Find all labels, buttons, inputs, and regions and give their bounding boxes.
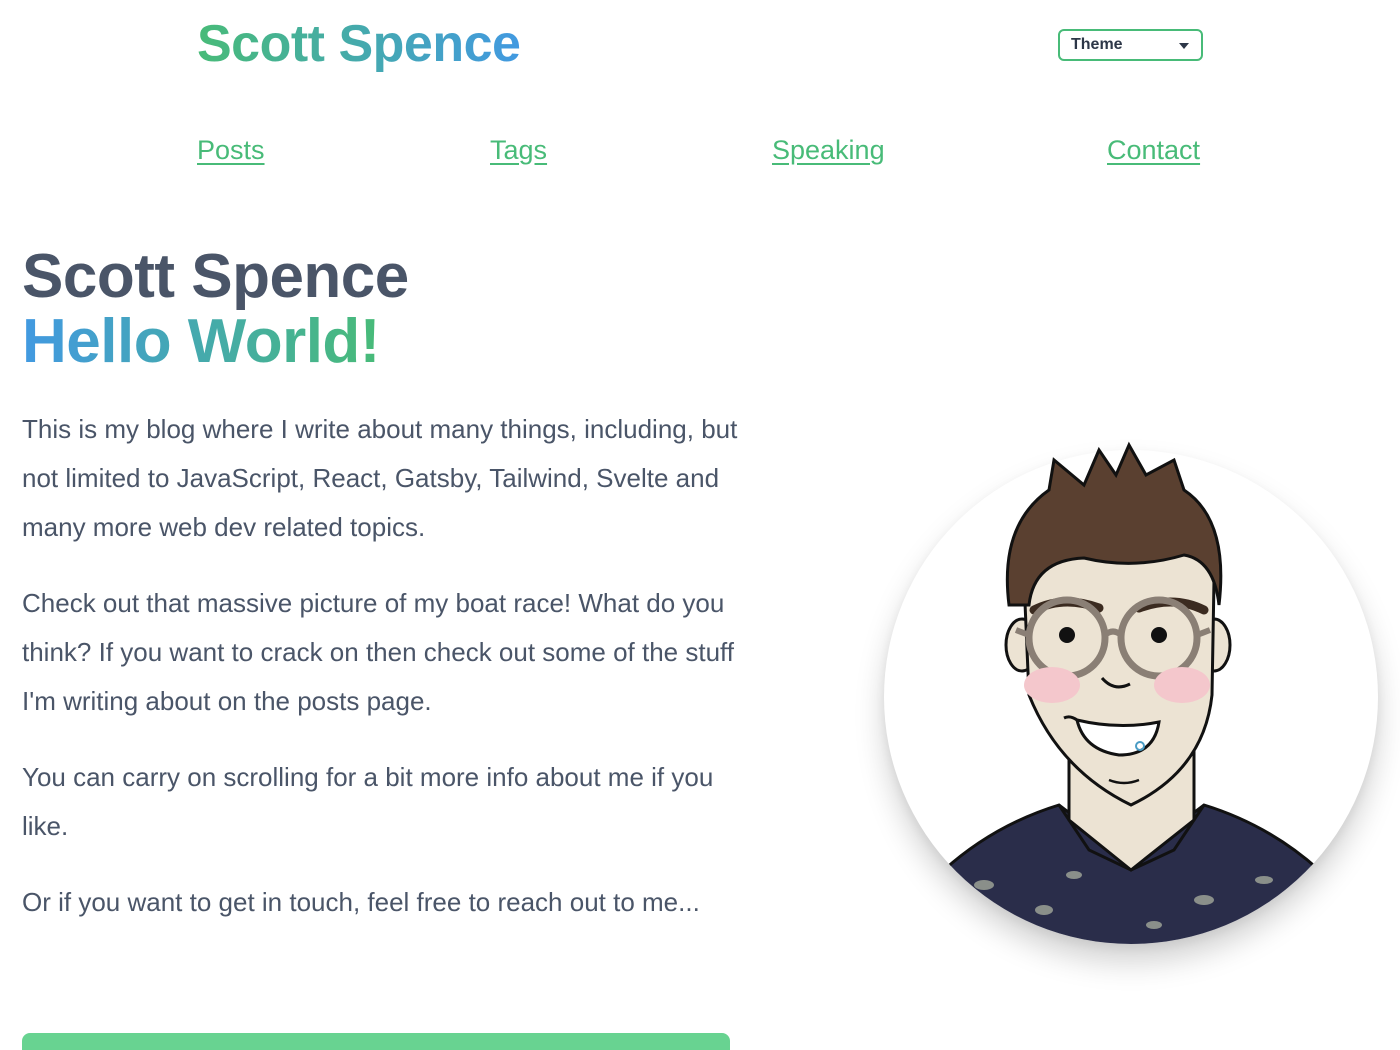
avatar-illustration xyxy=(922,441,1341,944)
chevron-down-icon xyxy=(1179,43,1189,49)
contact-cta-button[interactable] xyxy=(22,1033,730,1050)
intro-text: This is my blog where I write about many… xyxy=(22,405,742,954)
intro-paragraph-2: Check out that massive picture of my boa… xyxy=(22,588,735,716)
nav-link-contact[interactable]: Contact xyxy=(1107,133,1200,167)
hero-name-heading: Scott Spence xyxy=(22,242,409,311)
theme-select-value: Theme xyxy=(1071,36,1123,53)
intro-paragraph-1: This is my blog where I write about many… xyxy=(22,414,738,542)
site-title-link[interactable]: Scott Spence xyxy=(197,14,521,74)
nav-link-speaking[interactable]: Speaking xyxy=(772,133,885,167)
page: Scott Spence Theme Posts Tags Speaking C… xyxy=(0,0,1400,1050)
nav-link-tags[interactable]: Tags xyxy=(490,133,547,167)
hero-greeting-heading: Hello World! xyxy=(22,305,380,379)
theme-select[interactable]: Theme xyxy=(1058,29,1203,61)
intro-paragraph-4: Or if you want to get in touch, feel fre… xyxy=(22,887,700,917)
intro-paragraph-3: You can carry on scrolling for a bit mor… xyxy=(22,762,714,841)
nav-link-posts[interactable]: Posts xyxy=(197,133,265,167)
